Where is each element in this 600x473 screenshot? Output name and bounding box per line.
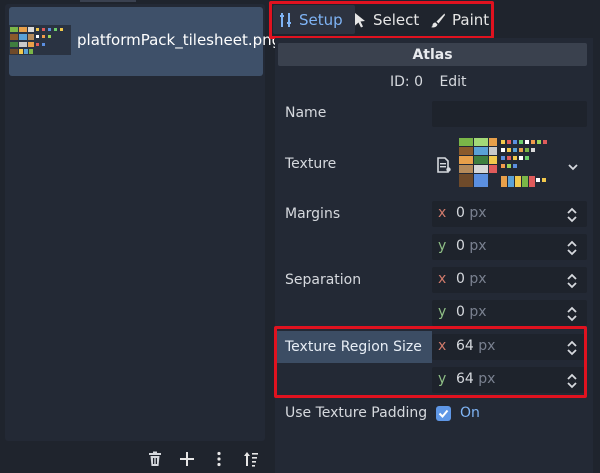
spinner-arrows-icon[interactable] [566, 206, 578, 224]
name-label: Name [285, 105, 327, 121]
spinner-arrows-icon[interactable] [566, 239, 578, 257]
source-menu-button[interactable] [208, 448, 230, 470]
kebab-menu-icon [217, 451, 221, 467]
margins-x-value: 0 [456, 205, 465, 221]
use-texture-padding-checkbox[interactable] [436, 406, 451, 421]
tabs-highlight-box [269, 1, 494, 39]
margins-x-axis-label: x [438, 205, 447, 221]
atlas-header: Atlas [278, 43, 587, 66]
texture-region-size-highlight-box [274, 326, 587, 398]
margins-y-unit: px [469, 238, 487, 254]
separation-y-unit: px [469, 304, 487, 320]
panel-tab-edge [80, 0, 136, 2]
chevron-down-icon[interactable] [566, 160, 580, 174]
use-texture-padding-label: Use Texture Padding [285, 405, 428, 421]
sort-sources-button[interactable] [240, 448, 262, 470]
texture-picker-icon[interactable] [436, 156, 452, 174]
separation-y-axis-label: y [438, 304, 447, 320]
sort-icon [244, 452, 258, 467]
margins-x-value-row: 0 px [456, 205, 487, 221]
margins-label: Margins [285, 206, 341, 222]
trash-icon [149, 451, 161, 466]
separation-x-value: 0 [456, 271, 465, 287]
margins-y-value-row: 0 px [456, 238, 487, 254]
separation-y-value: 0 [456, 304, 465, 320]
margins-y-value: 0 [456, 238, 465, 254]
tilesheet-thumbnail-icon [9, 25, 71, 55]
margins-y-axis-label: y [438, 238, 447, 254]
spinner-arrows-icon[interactable] [566, 272, 578, 290]
checkmark-icon [438, 409, 449, 418]
margins-x-unit: px [469, 205, 487, 221]
separation-label: Separation [285, 272, 362, 288]
spinner-arrows-icon[interactable] [566, 305, 578, 323]
remove-source-button[interactable] [144, 448, 166, 470]
use-texture-padding-value: On [460, 405, 480, 421]
atlas-id-label: ID: 0 [390, 74, 423, 90]
separation-x-value-row: 0 px [456, 271, 487, 287]
name-field[interactable] [432, 101, 587, 127]
separation-y-value-row: 0 px [456, 304, 487, 320]
texture-preview-thumbnail[interactable] [459, 138, 559, 188]
separation-x-unit: px [469, 271, 487, 287]
plus-icon [180, 452, 194, 466]
atlas-source-name: platformPack_tilesheet.png [77, 31, 282, 49]
edit-id-button[interactable]: Edit [436, 70, 470, 94]
separation-x-axis-label: x [438, 271, 447, 287]
add-source-button[interactable] [176, 448, 198, 470]
texture-label: Texture [285, 156, 337, 172]
